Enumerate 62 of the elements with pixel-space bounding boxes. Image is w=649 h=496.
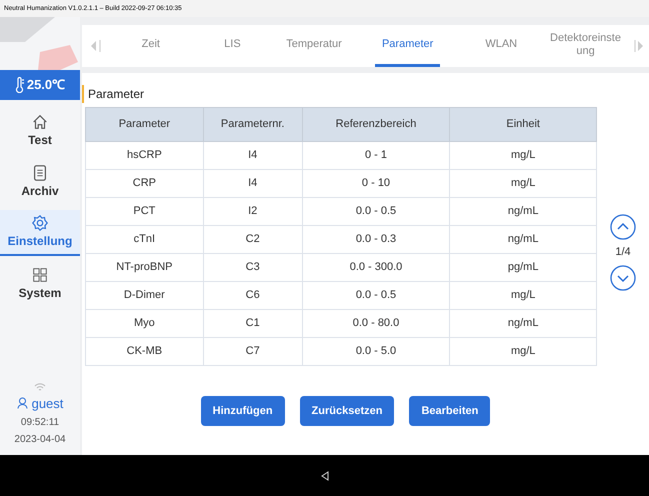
scroll-down-button[interactable] — [610, 264, 636, 291]
home-icon — [31, 113, 49, 131]
table-cell: mg/L — [450, 170, 596, 198]
table-cell: I2 — [203, 198, 302, 226]
settings-icon — [31, 214, 49, 232]
page-indicator: 1/4 — [615, 245, 631, 260]
table-cell: 0.0 - 5.0 — [302, 338, 450, 366]
temperature-display: 25.0℃ — [0, 70, 80, 100]
table-cell: CK-MB — [86, 338, 204, 366]
table-cell: C3 — [203, 254, 302, 282]
sidebar-item[interactable]: Einstellung — [0, 210, 80, 256]
table-cell: NT-proBNP — [86, 254, 204, 282]
user-label[interactable]: guest — [16, 394, 64, 413]
back-icon[interactable] — [320, 470, 330, 480]
table-cell: C6 — [203, 282, 302, 310]
action-button[interactable]: Zurücksetzen — [300, 396, 394, 426]
table-cell: mg/L — [450, 282, 596, 310]
table-cell: 0.0 - 300.0 — [302, 254, 450, 282]
column-header: Parameter — [86, 108, 204, 142]
tab[interactable]: Detektoreinste ung — [550, 25, 621, 67]
wifi-icon — [34, 382, 46, 392]
user-icon — [16, 397, 28, 410]
tab[interactable]: Parameter — [374, 25, 440, 67]
clock-time: 09:52:11 — [20, 416, 60, 430]
tab[interactable]: Temperatur — [281, 25, 347, 67]
column-header: Referenzbereich — [302, 108, 450, 142]
grid-icon — [31, 266, 49, 284]
table-cell: 0.0 - 80.0 — [302, 310, 450, 338]
table-cell: ng/mL — [450, 310, 596, 338]
table-cell: hsCRP — [86, 142, 204, 170]
table-cell: D-Dimer — [86, 282, 204, 310]
table-cell: ng/mL — [450, 226, 596, 254]
column-header: Parameternr. — [203, 108, 302, 142]
tab[interactable]: LIS — [200, 25, 266, 67]
table-cell: I4 — [203, 142, 302, 170]
table-cell: C1 — [203, 310, 302, 338]
table-cell: mg/L — [450, 142, 596, 170]
table-cell: 0 - 10 — [302, 170, 450, 198]
tab[interactable]: WLAN — [468, 25, 534, 67]
table-cell: I4 — [203, 170, 302, 198]
table-cell: pg/mL — [450, 254, 596, 282]
table-cell: PCT — [86, 198, 204, 226]
tab[interactable]: Zeit — [118, 25, 184, 67]
table-cell: CRP — [86, 170, 204, 198]
table-cell: C7 — [203, 338, 302, 366]
table-cell: 0 - 1 — [302, 142, 450, 170]
section-title: Parameter — [88, 86, 144, 103]
thermometer-icon — [14, 77, 25, 93]
table-cell: C2 — [203, 226, 302, 254]
document-icon — [31, 164, 49, 182]
clock-date: 2023-04-04 — [14, 433, 66, 447]
table-cell: cTnI — [86, 226, 204, 254]
scroll-up-button[interactable] — [610, 214, 636, 240]
table-cell: 0.0 - 0.3 — [302, 226, 450, 254]
action-button[interactable]: Bearbeiten — [409, 396, 490, 426]
table-cell: ng/mL — [450, 198, 596, 226]
column-header: Einheit — [450, 108, 596, 142]
table-cell: Myo — [86, 310, 204, 338]
table-cell: mg/L — [450, 338, 596, 366]
action-button[interactable]: Hinzufügen — [200, 396, 285, 426]
table-cell: 0.0 - 0.5 — [302, 282, 450, 310]
table-cell: 0.0 - 0.5 — [302, 198, 450, 226]
